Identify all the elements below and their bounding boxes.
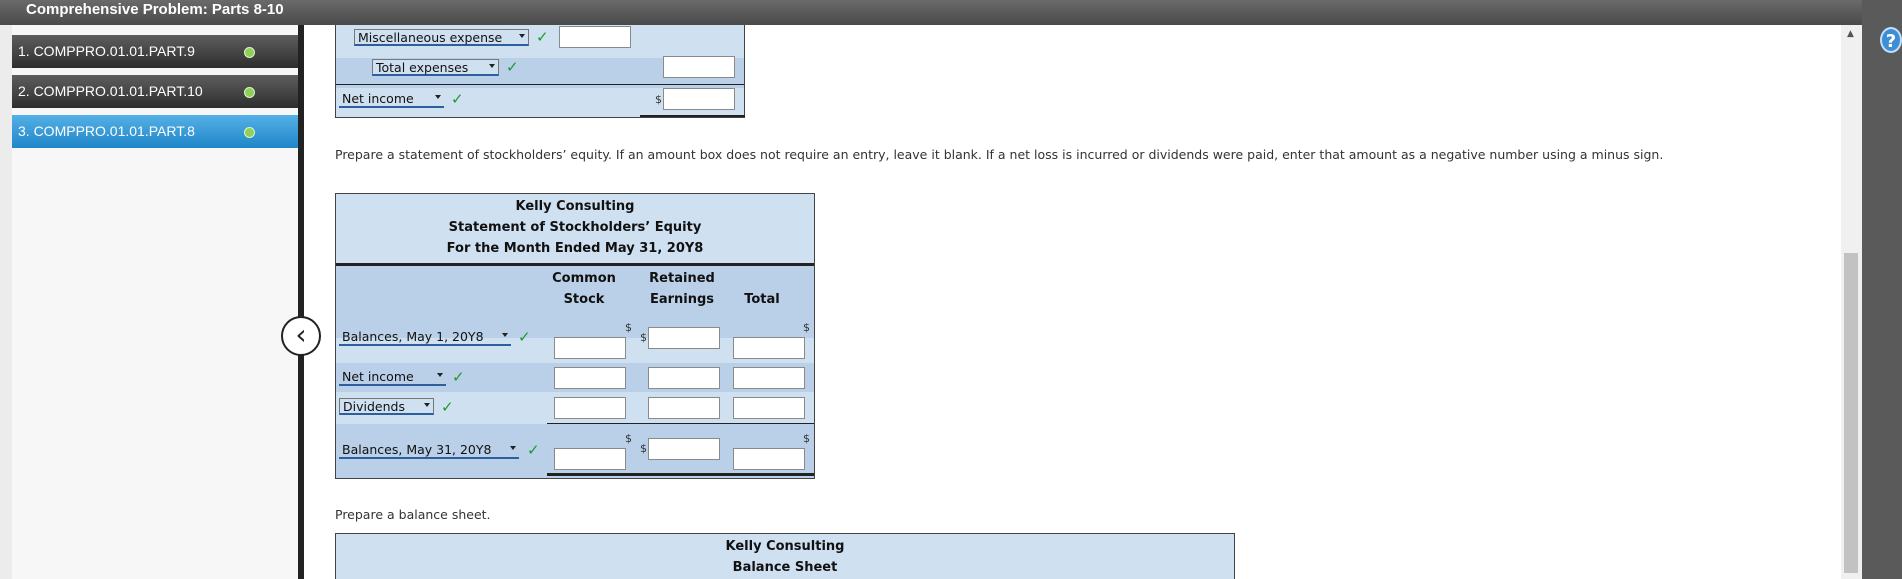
dollar-sign: $ [625,321,632,334]
window-titlebar: Comprehensive Problem: Parts 8-10 [0,0,1862,25]
instruction-text: Prepare a statement of stockholders’ equ… [335,147,1664,162]
company-name: Kelly Consulting [725,539,845,554]
chevron-down-icon [435,95,441,99]
balance-end-retained-input[interactable] [648,438,720,460]
help-icon[interactable]: ? [1880,27,1902,53]
total-expenses-label: Total expenses [376,60,469,75]
dollar-sign: $ [803,321,810,334]
dividends-select[interactable]: Dividends [339,398,434,415]
scrollbar-thumb[interactable] [1844,253,1858,573]
total-expenses-input[interactable] [663,56,735,78]
check-icon: ✓ [451,90,464,108]
collapse-sidebar-button[interactable]: ‹ [281,316,321,356]
col-total-label: Total [744,292,780,307]
main-content: Miscellaneous expense ✓ Total expenses ✓… [304,25,1841,579]
dividends-total-input[interactable] [733,397,805,419]
dollar-sign: $ [625,432,632,445]
completed-icon [244,127,255,138]
double-underline [547,473,814,476]
check-icon: ✓ [527,441,540,459]
scroll-up-icon[interactable]: ▲ [1847,29,1854,39]
sidebar-item-label: 1. COMPPRO.01.01.PART.9 [18,43,195,59]
net-income-total-input[interactable] [733,367,805,389]
dollar-sign: $ [640,442,647,455]
dollar-sign: $ [640,331,647,344]
balance-begin-retained-input[interactable] [648,327,720,349]
equity-net-income-label: Net income [342,369,414,384]
sidebar-item-part8[interactable]: 3. COMPPRO.01.01.PART.8 [12,115,300,148]
sidebar-item-part9[interactable]: 1. COMPPRO.01.01.PART.9 [12,35,300,68]
balance-begin-select[interactable]: Balances, May 1, 20Y8 [339,329,511,346]
balance-begin-stock-input[interactable] [554,337,626,359]
balance-end-total-input[interactable] [733,448,805,470]
col-retained-label: Retained [649,271,715,286]
net-income-stock-input[interactable] [554,367,626,389]
check-icon: ✓ [518,328,531,346]
double-underline [640,115,745,117]
check-icon: ✓ [452,368,465,386]
chevron-down-icon [424,403,430,407]
check-icon: ✓ [536,28,549,46]
balance-begin-total-input[interactable] [733,337,805,359]
separator [336,84,744,85]
col-common-label: Common [552,271,616,286]
net-income-input[interactable] [663,88,735,110]
company-name: Kelly Consulting [515,199,635,214]
sidebar-item-label: 2. COMPPRO.01.01.PART.10 [18,83,203,99]
misc-expense-label: Miscellaneous expense [358,30,503,45]
window-title: Comprehensive Problem: Parts 8-10 [26,1,284,18]
chevron-down-icon [502,333,508,337]
chevron-down-icon [437,373,443,377]
balance-begin-label: Balances, May 1, 20Y8 [342,329,484,344]
balance-end-label: Balances, May 31, 20Y8 [342,442,492,457]
vertical-scrollbar[interactable]: ▲ [1841,25,1862,579]
sidebar-item-part10[interactable]: 2. COMPPRO.01.01.PART.10 [12,75,300,108]
net-income-select[interactable]: Net income [339,91,444,108]
chevron-left-icon: ‹ [295,318,307,351]
right-frame [1862,0,1902,579]
check-icon: ✓ [506,58,519,76]
statement-period: For the Month Ended May 31, 20Y8 [446,241,704,256]
col-earnings-label: Earnings [649,292,715,307]
misc-expense-select[interactable]: Miscellaneous expense [354,29,529,46]
misc-expense-input[interactable] [559,26,631,48]
net-income-label: Net income [342,91,414,106]
dividends-label: Dividends [343,399,405,414]
statement-title: Balance Sheet [732,560,838,575]
dividends-stock-input[interactable] [554,397,626,419]
check-icon: ✓ [441,398,454,416]
net-income-retained-input[interactable] [648,367,720,389]
completed-icon [244,87,255,98]
col-stock-label: Stock [563,292,605,307]
total-expenses-select[interactable]: Total expenses [372,59,499,76]
dividends-retained-input[interactable] [648,397,720,419]
sidebar: 1. COMPPRO.01.01.PART.9 2. COMPPRO.01.01… [12,25,300,579]
chevron-down-icon [510,446,516,450]
dollar-sign: $ [803,432,810,445]
frame-edge [0,25,12,579]
sidebar-item-label: 3. COMPPRO.01.01.PART.8 [18,123,195,139]
dollar-sign: $ [655,93,662,106]
chevron-down-icon [489,64,495,68]
completed-icon [244,47,255,58]
statement-title: Statement of Stockholders’ Equity [448,220,702,235]
balance-end-stock-input[interactable] [554,448,626,470]
equity-net-income-select[interactable]: Net income [339,369,446,386]
chevron-down-icon [519,34,525,38]
balance-end-select[interactable]: Balances, May 31, 20Y8 [339,442,519,459]
instruction-text: Prepare a balance sheet. [335,507,491,522]
